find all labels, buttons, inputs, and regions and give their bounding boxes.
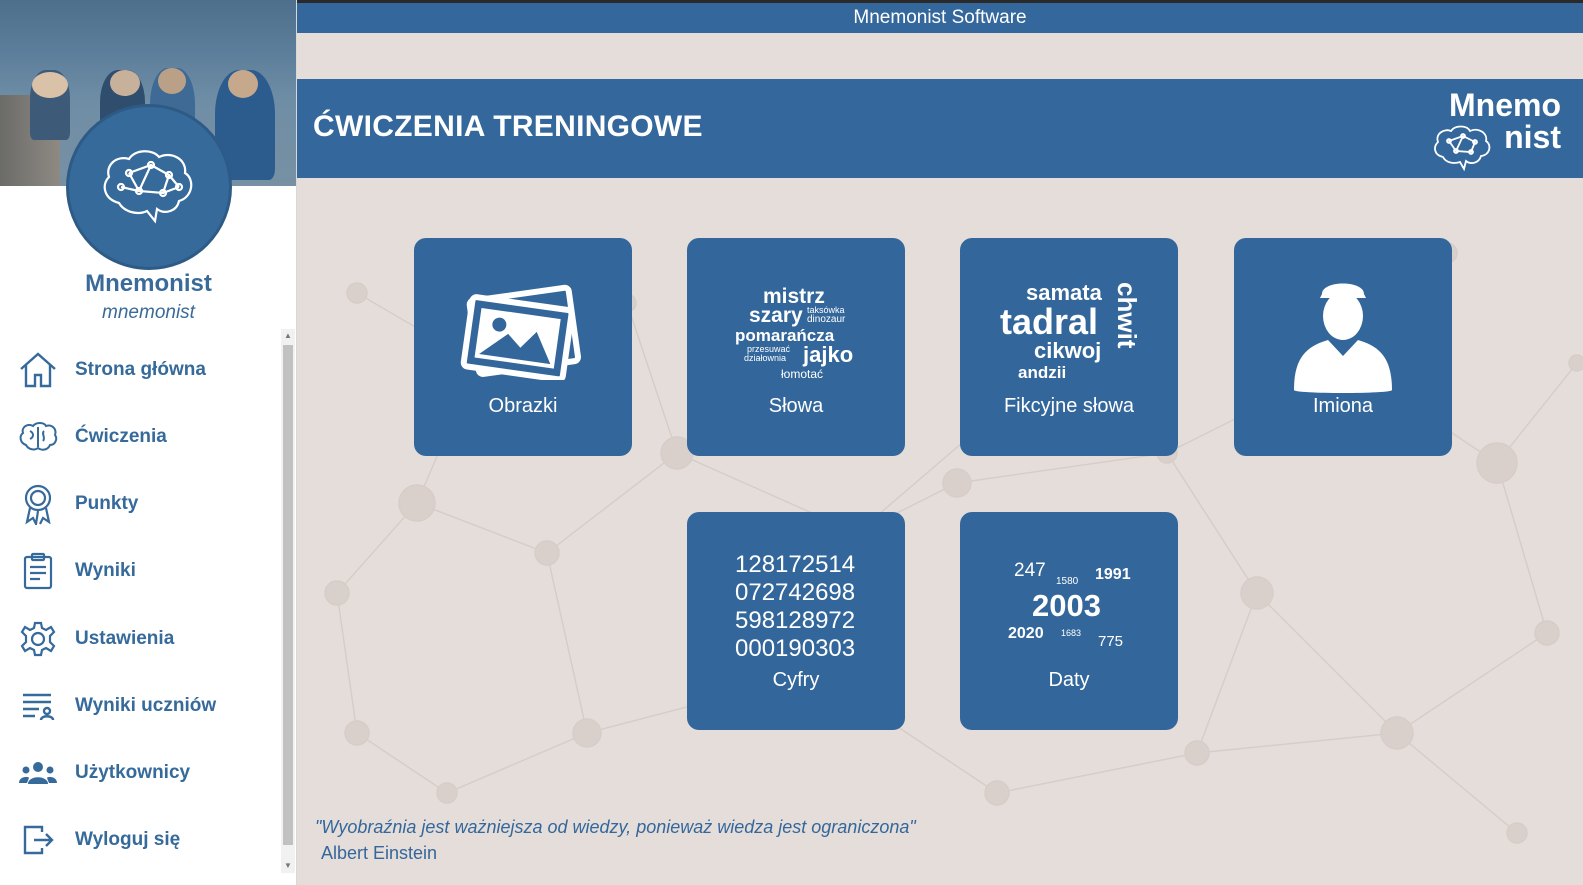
tile-words[interactable]: mistrz szary taksówka dinozaur pomarańcz…	[687, 238, 905, 456]
sidebar-item-logout[interactable]: Wyloguj się	[0, 812, 280, 868]
sidebar-item-label: Punkty	[75, 493, 139, 514]
home-icon	[0, 351, 75, 389]
sidebar-item-users[interactable]: Użytkownicy	[0, 745, 280, 801]
sidebar-item-label: Wyniki	[75, 560, 136, 581]
logo-text-bottom: nist	[1504, 119, 1561, 155]
tile-label: Fikcyjne słowa	[1003, 395, 1135, 417]
images-icon	[460, 284, 581, 380]
brain-icon	[0, 421, 75, 453]
sidebar-item-label: Wyniki uczniów	[75, 695, 217, 716]
quote-text: "Wyobraźnia jest ważniejsza od wiedzy, p…	[315, 817, 916, 837]
sidebar-item-student-results[interactable]: Wyniki uczniów	[0, 678, 280, 734]
list-user-icon	[0, 691, 75, 721]
tile-dates[interactable]: 247 1580 1991 2003 2020 1683 775 Daty	[960, 512, 1178, 730]
sidebar-item-settings[interactable]: Ustawienia	[0, 611, 280, 667]
main-content: ĆWICZENIA TRENINGOWE Mnemo nist Obrazki	[297, 33, 1583, 885]
tile-label: Słowa	[768, 395, 824, 417]
avatar	[66, 104, 232, 270]
sidebar-item-label: Strona główna	[75, 359, 206, 380]
sidebar-scrollbar[interactable]: ▲ ▼	[281, 329, 295, 873]
app-title-bar: Mnemonist Software	[297, 0, 1583, 33]
tile-images[interactable]: Obrazki	[414, 238, 632, 456]
tile-label: Imiona	[1312, 395, 1374, 417]
sidebar-item-label: Ustawienia	[75, 628, 175, 649]
scroll-up-icon[interactable]: ▲	[281, 329, 295, 343]
tile-label: Cyfry	[772, 669, 820, 691]
clipboard-icon	[0, 552, 75, 590]
page-title: ĆWICZENIA TRENINGOWE	[313, 110, 703, 143]
sidebar: Mnemonist mnemonist Strona główna Ćwicze…	[0, 0, 297, 885]
sidebar-item-label: Użytkownicy	[75, 762, 191, 783]
brain-logo-icon	[103, 150, 193, 224]
mnemonist-logo: Mnemo nist	[1431, 85, 1561, 171]
user-display-name: Mnemonist	[85, 270, 212, 297]
sidebar-item-points[interactable]: Punkty	[0, 476, 280, 532]
user-login: mnemonist	[102, 302, 195, 323]
quote-author: Albert Einstein	[321, 843, 438, 863]
page-header: ĆWICZENIA TRENINGOWE Mnemo nist	[297, 79, 1583, 178]
tile-label: Obrazki	[488, 395, 558, 417]
sidebar-item-label: Ćwiczenia	[75, 426, 167, 447]
sidebar-item-label: Wyloguj się	[75, 829, 181, 850]
person-icon	[1294, 283, 1392, 393]
tile-names[interactable]: Imiona	[1234, 238, 1452, 456]
sidebar-item-results[interactable]: Wyniki	[0, 543, 280, 599]
scroll-down-icon[interactable]: ▼	[281, 859, 295, 873]
award-icon	[0, 483, 75, 525]
tile-label: Daty	[1048, 669, 1090, 691]
logo-brain-icon	[1434, 125, 1491, 171]
tile-digits[interactable]: 128172514 072742698 598128972 000190303 …	[687, 512, 905, 730]
gear-icon	[0, 621, 75, 657]
sidebar-item-home[interactable]: Strona główna	[0, 342, 280, 398]
tile-fictional-words[interactable]: samata tadral chwit cikwoj andzii Fikcyj…	[960, 238, 1178, 456]
sidebar-item-exercises[interactable]: Ćwiczenia	[0, 409, 280, 465]
scrollbar-thumb[interactable]	[283, 345, 293, 845]
users-icon	[0, 760, 75, 786]
logout-icon	[0, 824, 75, 856]
